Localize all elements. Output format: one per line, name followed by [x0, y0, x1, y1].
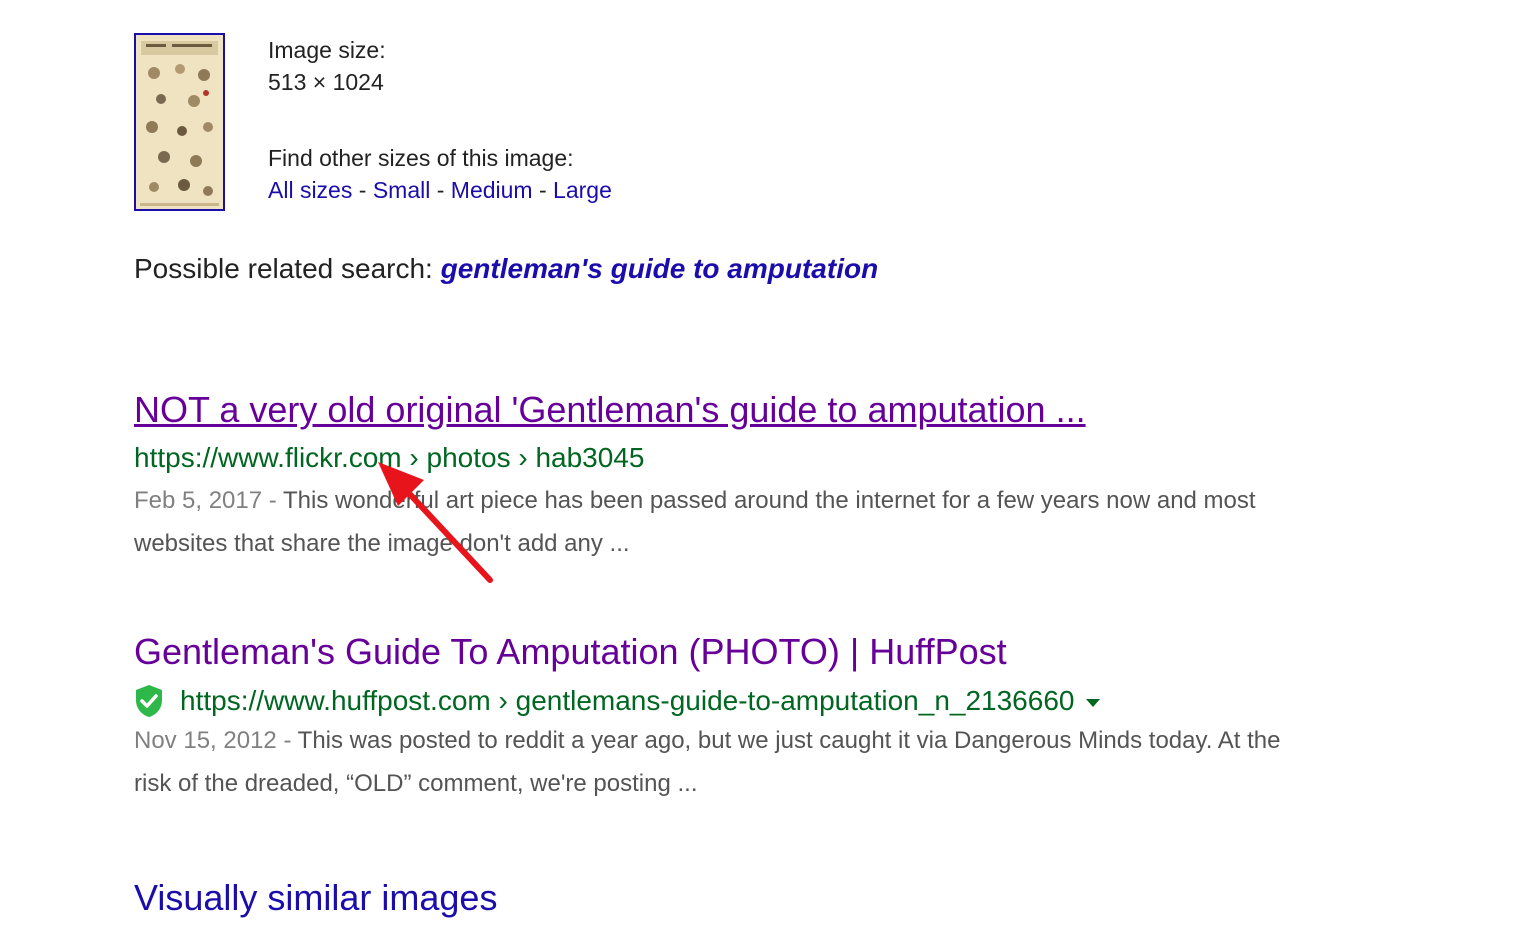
image-size-label: Image size:: [268, 37, 386, 63]
size-separator: -: [352, 177, 373, 203]
visually-similar-heading[interactable]: Visually similar images: [134, 876, 497, 920]
result-title-link[interactable]: Gentleman's Guide To Amputation (PHOTO) …: [134, 630, 1007, 674]
verified-shield-icon: [136, 685, 162, 717]
result-snippet-text: This was posted to reddit a year ago, bu…: [134, 727, 1281, 797]
related-search-label: Possible related search:: [134, 253, 441, 284]
poster-thumbnail-graphic: [136, 35, 223, 209]
dropdown-caret-icon[interactable]: [1086, 699, 1101, 707]
image-size-value: 513 × 1024: [268, 69, 384, 95]
result-url[interactable]: https://www.huffpost.com › gentlemans-gu…: [180, 683, 1074, 719]
image-thumbnail[interactable]: [134, 33, 225, 211]
result-date: Nov 15, 2012 -: [134, 727, 298, 754]
size-link-small[interactable]: Small: [373, 177, 431, 203]
result-snippet: Feb 5, 2017 - This wonderful art piece h…: [134, 479, 1324, 565]
size-separator: -: [430, 177, 451, 203]
result-date: Feb 5, 2017 -: [134, 487, 283, 514]
result-url[interactable]: https://www.flickr.com › photos › hab304…: [134, 440, 1334, 476]
result-title-link[interactable]: NOT a very old original 'Gentleman's gui…: [134, 388, 1086, 432]
size-separator: -: [532, 177, 554, 203]
image-size-links: All sizes - Small - Medium - Large: [268, 174, 612, 206]
result-url-row: https://www.huffpost.com › gentlemans-gu…: [134, 683, 1334, 719]
size-link-large[interactable]: Large: [553, 177, 612, 203]
search-result: NOT a very old original 'Gentleman's gui…: [134, 388, 1334, 565]
related-search: Possible related search: gentleman's gui…: [134, 251, 878, 287]
size-link-all[interactable]: All sizes: [268, 177, 352, 203]
related-search-link[interactable]: gentleman's guide to amputation: [441, 253, 879, 284]
size-link-medium[interactable]: Medium: [451, 177, 533, 203]
result-snippet: Nov 15, 2012 - This was posted to reddit…: [134, 719, 1324, 805]
result-snippet-text: This wonderful art piece has been passed…: [134, 487, 1256, 557]
find-other-sizes-label: Find other sizes of this image:: [268, 145, 574, 171]
search-result: Gentleman's Guide To Amputation (PHOTO) …: [134, 630, 1334, 805]
